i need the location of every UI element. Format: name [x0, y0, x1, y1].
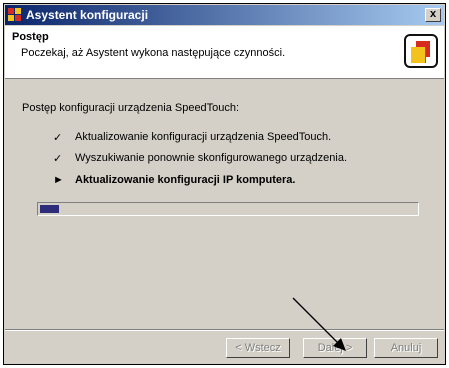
progress-fill — [40, 205, 59, 213]
page-title: Postęp — [12, 31, 49, 43]
step-text: Aktualizowanie konfiguracji urządzenia S… — [75, 131, 332, 143]
next-button[interactable]: Dalej > — [303, 338, 367, 358]
arrow-right-icon: ► — [53, 174, 64, 186]
cancel-button[interactable]: Anuluj — [374, 338, 438, 358]
wizard-header: Postęp Poczekaj, aż Asystent wykona nast… — [5, 26, 444, 79]
check-icon: ✓ — [53, 132, 63, 144]
progress-bar — [37, 202, 419, 216]
speedtouch-logo-icon — [404, 34, 438, 68]
step-text: Wyszukiwanie ponownie skonfigurowanego u… — [75, 152, 348, 164]
back-button[interactable]: < Wstecz — [226, 338, 290, 358]
wizard-window: Asystent konfiguracji x Postęp Poczekaj,… — [3, 3, 446, 365]
window-title: Asystent konfiguracji — [26, 8, 149, 22]
title-bar[interactable]: Asystent konfiguracji x — [5, 5, 444, 25]
button-separator — [5, 329, 444, 331]
progress-label: Postęp konfiguracji urządzenia SpeedTouc… — [22, 102, 240, 114]
close-button[interactable]: x — [425, 8, 441, 22]
step-text: Aktualizowanie konfiguracji IP komputera… — [75, 174, 296, 186]
page-subtitle: Poczekaj, aż Asystent wykona następujące… — [21, 47, 286, 59]
wizard-body: Postęp konfiguracji urządzenia SpeedTouc… — [5, 79, 444, 329]
app-icon — [8, 8, 22, 22]
check-icon: ✓ — [53, 153, 63, 165]
